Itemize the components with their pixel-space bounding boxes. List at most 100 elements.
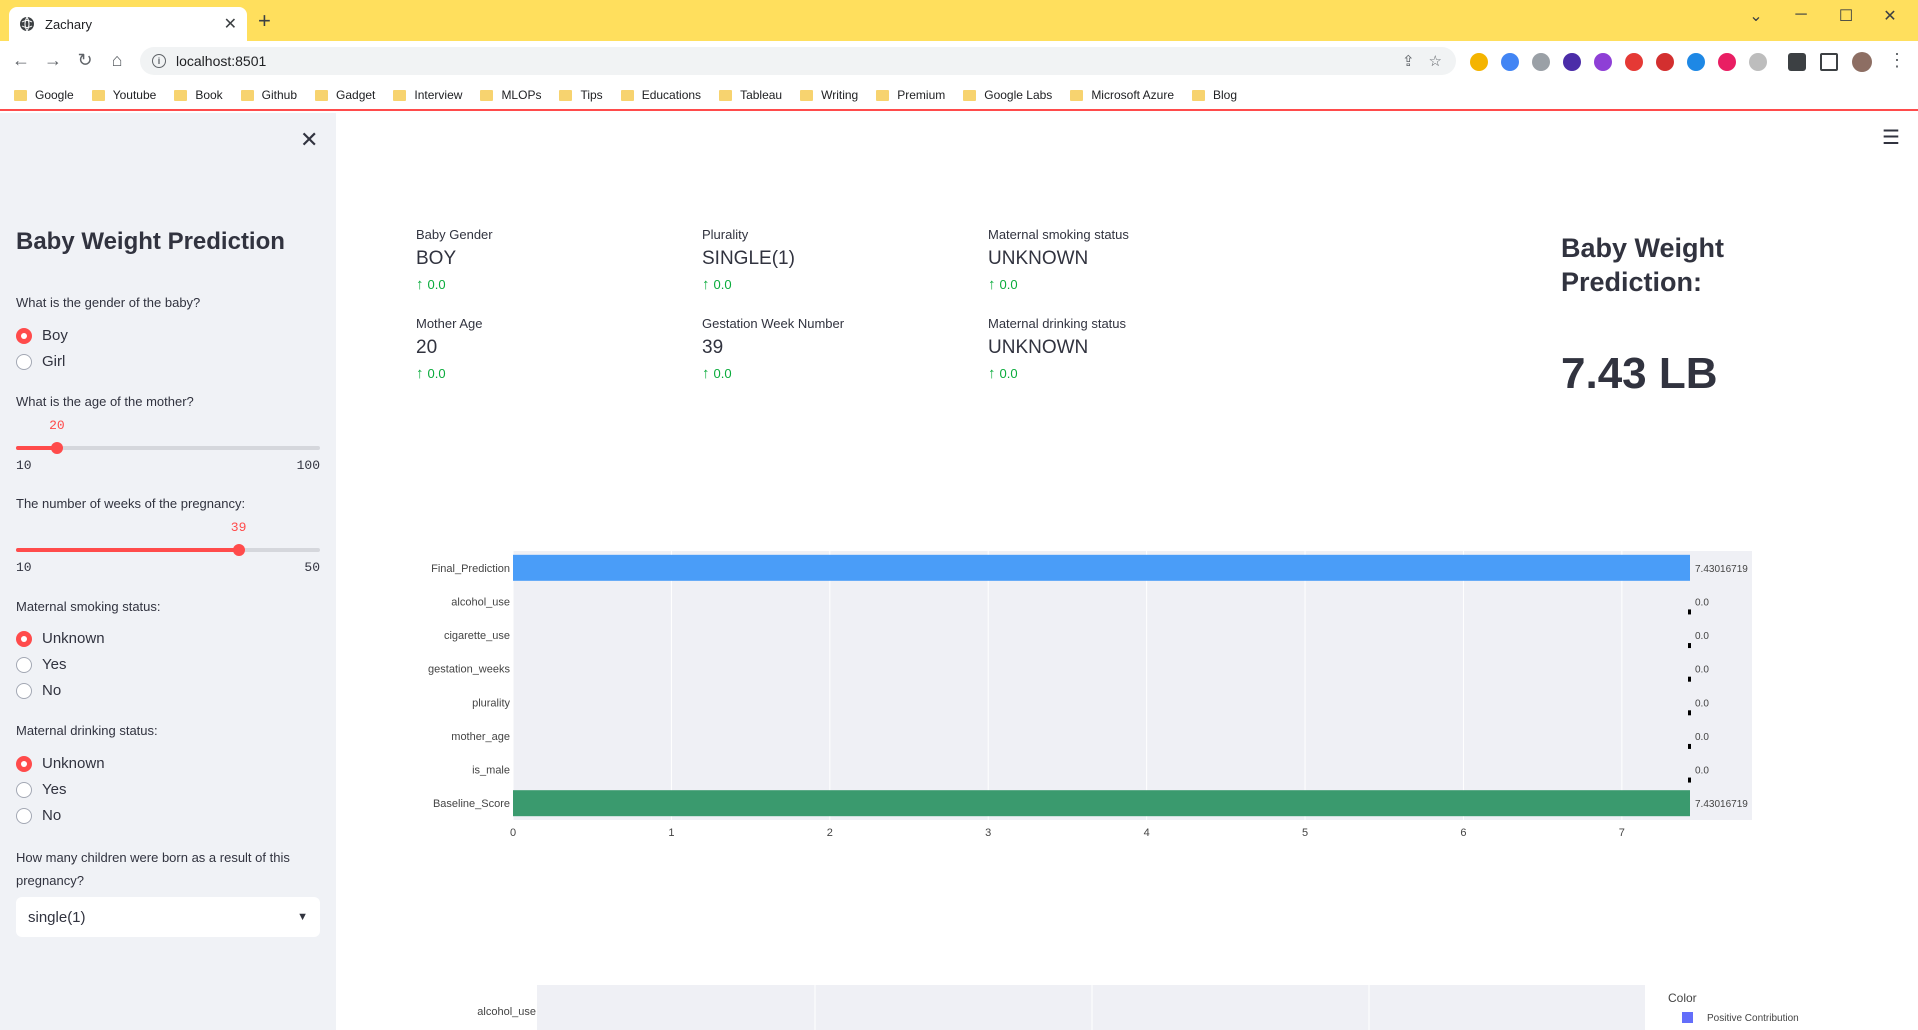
gender-question: What is the gender of the baby? [16,295,201,310]
side-panel-icon[interactable] [1820,53,1838,71]
home-icon[interactable]: ⌂ [106,50,128,71]
metric-label: Maternal drinking status [988,316,1127,331]
bookmark-github[interactable]: Github [240,88,297,102]
bookmark-interview[interactable]: Interview [393,88,462,102]
extension-w-icon[interactable] [1594,53,1612,71]
bookmark-youtube[interactable]: Youtube [91,88,156,102]
forward-icon[interactable]: → [42,50,64,71]
radio-label: Unknown [42,630,105,647]
drinking-option-unknown[interactable]: Unknown [16,755,105,772]
prediction-value: 7.43 LB [1561,349,1718,398]
chart2-legend-swatch [1682,1012,1693,1023]
share-icon[interactable]: ⇪ [1402,52,1415,70]
metric-value: SINGLE(1) [702,248,795,269]
minimize-icon[interactable]: ─ [1787,6,1815,24]
back-icon[interactable]: ← [10,50,32,71]
slider-thumb[interactable] [50,442,63,454]
radio-label: Boy [42,327,68,344]
x-tick-label-6: 6 [1460,827,1466,839]
data-label-cigarette_use: 0.0 [1695,631,1709,642]
address-bar[interactable]: i localhost:8501 ⇪ ☆ [140,47,1456,75]
gender-option-boy[interactable]: Boy [16,327,68,344]
bookmark-mlops[interactable]: MLOPs [480,88,541,102]
drinking-option-yes[interactable]: Yes [16,781,66,798]
extension-translate-icon[interactable] [1501,53,1519,71]
smoking-option-yes[interactable]: Yes [16,656,66,673]
metric-gestation-week-number: Gestation Week Number 39 ↑ 0.0 [702,316,844,382]
radio-circle-icon[interactable] [16,327,32,344]
y-tick-label-plurality: plurality [472,697,510,709]
site-info-icon[interactable]: i [152,54,166,68]
metric-delta-value: 0.0 [427,277,446,292]
radio-circle-icon[interactable] [16,656,32,673]
bookmark-writing[interactable]: Writing [800,88,858,102]
extension-download-icon[interactable] [1563,53,1581,71]
bookmark-educations[interactable]: Educations [620,88,701,102]
maximize-icon[interactable]: ☐ [1832,6,1860,26]
bookmark-star-icon[interactable]: ☆ [1429,52,1442,70]
extension-stack-icon[interactable] [1625,53,1643,71]
metric-delta: ↑ 0.0 [416,276,493,293]
bookmark-blog[interactable]: Blog [1192,88,1237,102]
metric-value: BOY [416,248,457,269]
extension-globe-icon[interactable] [1687,53,1705,71]
metric-label: Mother Age [416,316,483,331]
metric-value: UNKNOWN [988,248,1089,269]
extension-camera-icon[interactable] [1532,53,1550,71]
gender-option-girl[interactable]: Girl [16,353,65,370]
bookmark-tableau[interactable]: Tableau [719,88,782,102]
extension-s-icon[interactable] [1749,53,1767,71]
data-label-alcohol_use: 0.0 [1695,597,1709,608]
browser-tab[interactable]: Zachary ✕ [9,7,247,41]
new-tab-icon[interactable]: + [258,10,271,32]
hamburger-menu-icon[interactable]: ☰ [1882,125,1900,150]
radio-label: Yes [42,656,67,673]
tab-search-icon[interactable]: ⌄ [1742,6,1770,26]
smoking-option-unknown[interactable]: Unknown [16,630,105,647]
plurality-select[interactable]: single(1) ▼ [16,897,320,937]
browser-menu-icon[interactable]: ⋮ [1886,50,1908,71]
radio-label: Yes [42,781,67,798]
bookmark-google[interactable]: Google [14,88,74,102]
radio-circle-icon[interactable] [16,781,32,798]
window-close-icon[interactable]: ✕ [1876,6,1904,26]
extension-opera-icon[interactable] [1656,53,1674,71]
bookmark-book[interactable]: Book [174,88,223,102]
metric-delta: ↑ 0.0 [416,365,483,382]
slider-thumb[interactable] [232,544,245,556]
bookmark-microsoft-azure[interactable]: Microsoft Azure [1070,88,1174,102]
radio-circle-icon[interactable] [16,755,32,772]
folder-icon [719,89,733,101]
bookmark-tips[interactable]: Tips [559,88,603,102]
radio-label: No [42,682,62,699]
metric-value: 20 [416,337,438,358]
radio-circle-icon[interactable] [16,630,32,647]
tab-close-icon[interactable]: ✕ [224,14,237,34]
slider-fill [16,548,239,552]
mother-age-slider[interactable]: 20 10 100 [16,418,320,478]
radio-circle-icon[interactable] [16,353,32,370]
extension-circle-icon[interactable] [1718,53,1736,71]
radio-circle-icon[interactable] [16,807,32,824]
bookmark-label: Tableau [740,88,783,102]
extensions-puzzle-icon[interactable] [1788,53,1806,71]
sidebar-close-icon[interactable]: ✕ [300,127,318,153]
radio-circle-icon[interactable] [16,682,32,699]
bookmark-gadget[interactable]: Gadget [315,88,375,102]
folder-icon [14,89,27,101]
arrow-up-icon: ↑ [702,365,710,382]
folder-icon [174,89,188,101]
bookmark-premium[interactable]: Premium [876,88,945,102]
drinking-option-no[interactable]: No [16,807,61,824]
plurality-select-value: single(1) [28,908,86,926]
smoking-option-no[interactable]: No [16,682,61,699]
chevron-down-icon[interactable]: ▼ [297,911,308,923]
bookmark-label: Google [35,88,74,102]
profile-avatar[interactable] [1852,52,1872,72]
reload-icon[interactable]: ↻ [74,50,96,71]
metric-delta-value: 0.0 [999,366,1018,381]
bookmark-google-labs[interactable]: Google Labs [963,88,1052,102]
metric-delta-value: 0.0 [713,277,732,292]
pregnancy-weeks-slider[interactable]: 39 10 50 [16,520,320,580]
extension-link-icon[interactable] [1470,53,1488,71]
